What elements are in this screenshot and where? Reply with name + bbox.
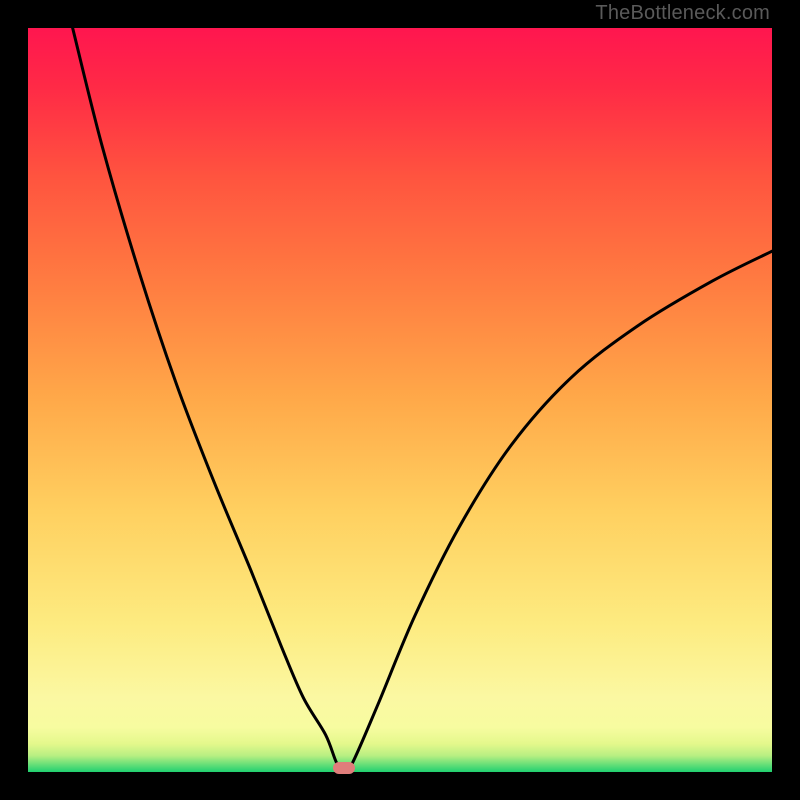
- watermark-text: TheBottleneck.com: [595, 2, 770, 25]
- plot-area: [28, 28, 772, 772]
- optimum-marker: [333, 762, 355, 774]
- bottleneck-curve: [28, 28, 772, 772]
- chart-frame: TheBottleneck.com: [0, 0, 800, 800]
